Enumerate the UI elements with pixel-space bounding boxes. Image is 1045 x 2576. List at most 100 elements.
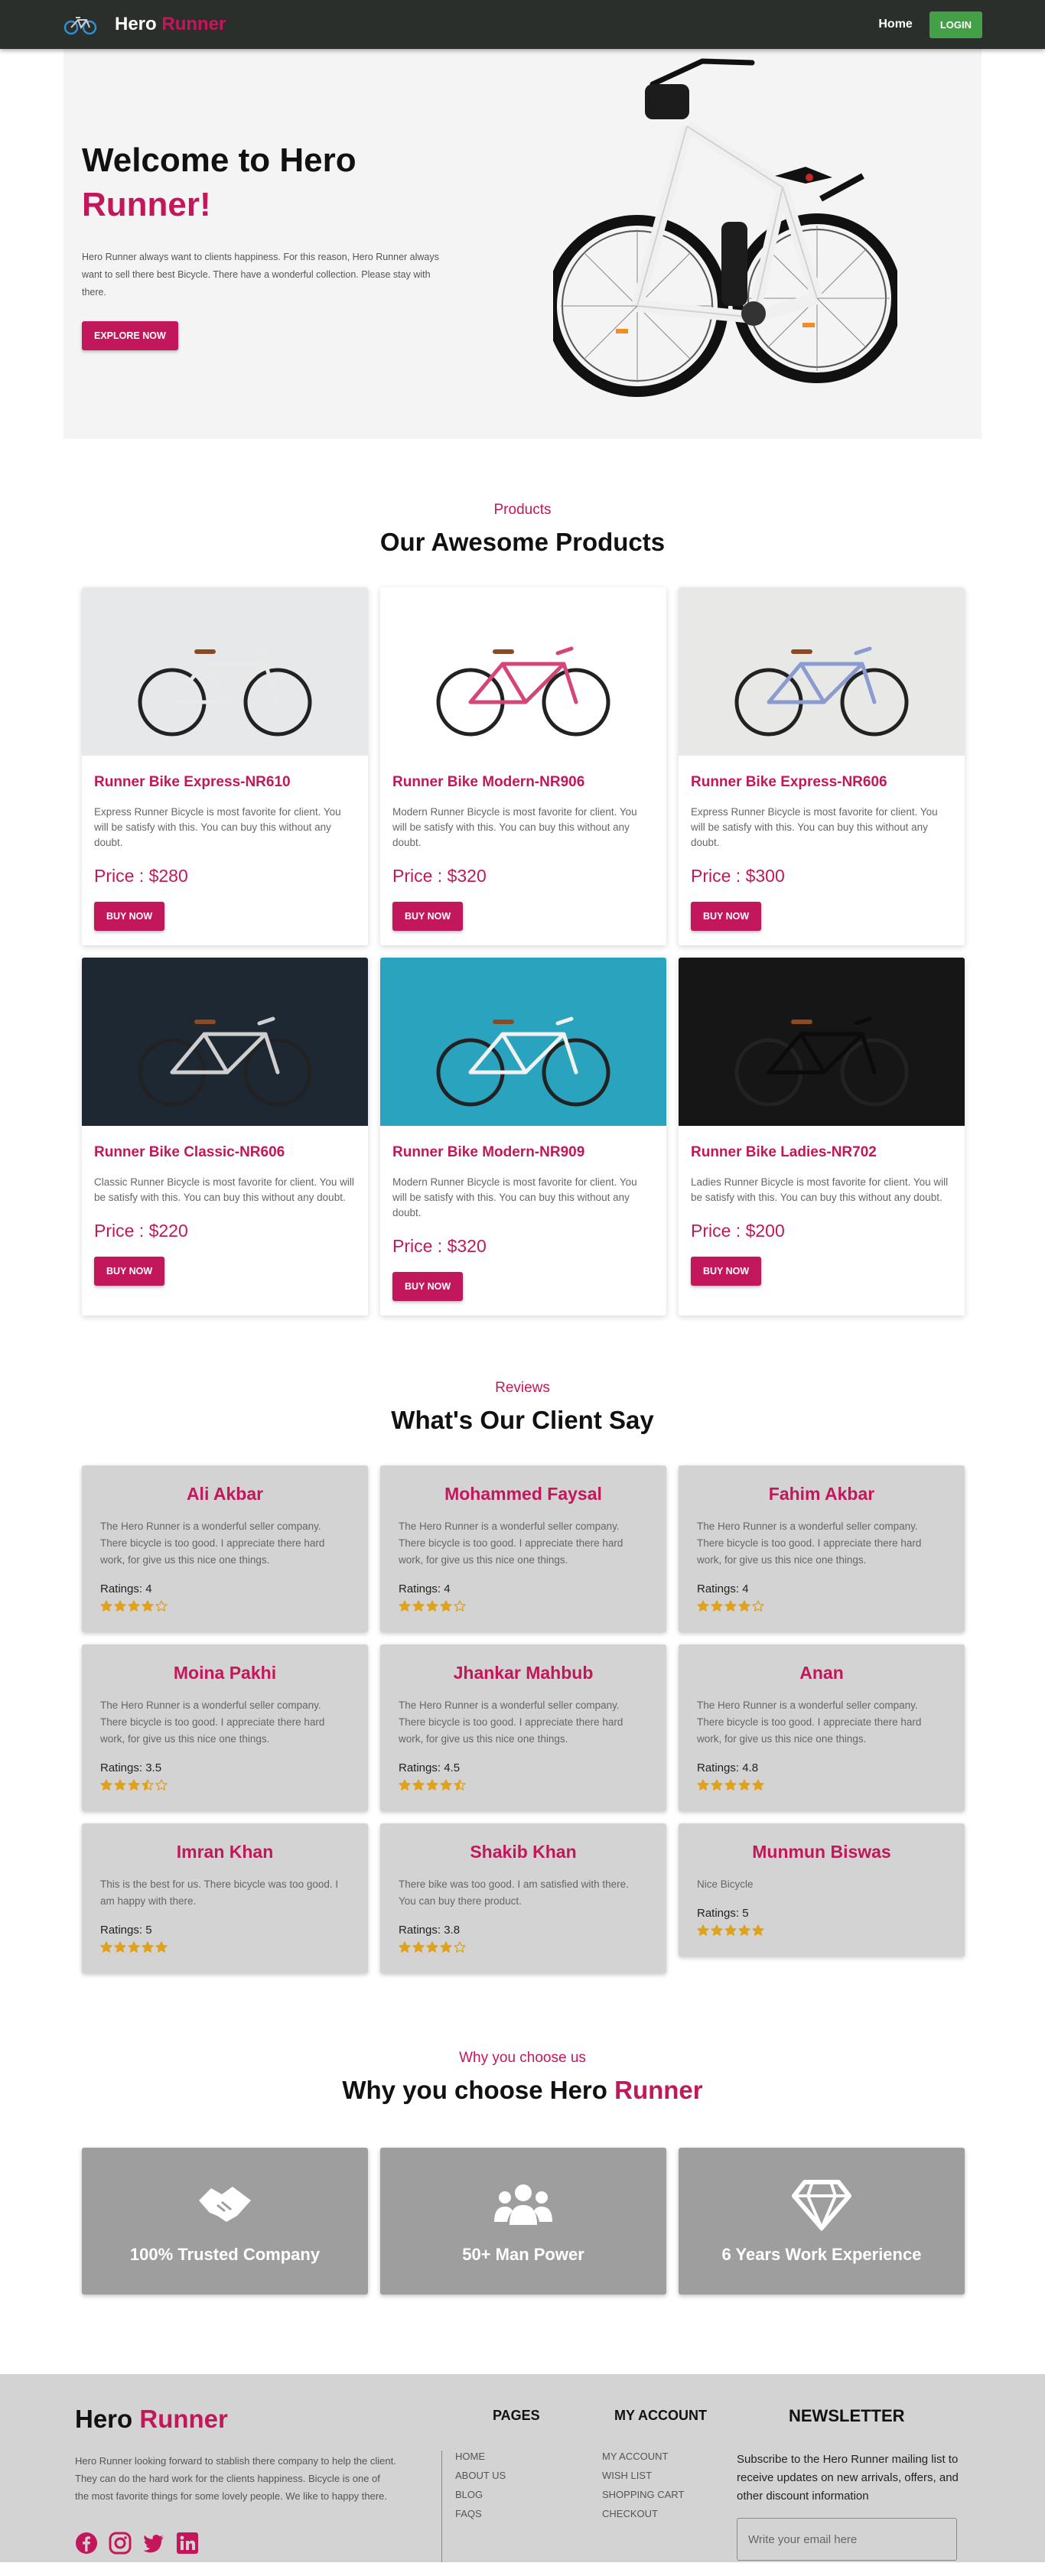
star-filled-icon	[426, 1600, 438, 1612]
social-links	[75, 2532, 199, 2555]
product-card: Runner Bike Ladies-NR702 Ladies Runner Bi…	[679, 958, 965, 1316]
star-filled-icon	[440, 1941, 452, 1953]
product-card: Runner Bike Modern-NR906 Modern Runner Bi…	[380, 587, 666, 945]
buy-now-button[interactable]: BUY NOW	[392, 902, 464, 931]
product-title[interactable]: Runner Bike Express-NR606	[691, 774, 952, 791]
star-empty-icon	[454, 1600, 466, 1612]
footer-divider	[441, 2451, 442, 2562]
products-kicker: Products	[493, 502, 552, 518]
footer-link-faqs[interactable]: FAQS	[455, 2508, 506, 2527]
footer-link-my-account[interactable]: MY ACCOUNT	[602, 2451, 684, 2470]
footer-link-about[interactable]: ABOUT US	[455, 2470, 506, 2489]
footer-link-checkout[interactable]: CHECKOUT	[602, 2508, 684, 2527]
instagram-icon[interactable]	[109, 2532, 132, 2555]
star-filled-icon	[114, 1779, 126, 1791]
newsletter-text: Subscribe to the Hero Runner mailing lis…	[737, 2453, 959, 2503]
buy-now-button[interactable]: BUY NOW	[691, 1257, 762, 1286]
star-filled-icon	[114, 1941, 126, 1953]
reviewer-name: Fahim Akbar	[768, 1484, 875, 1504]
product-price: Price : $280	[94, 866, 188, 886]
review-grid: Ali Akbar The Hero Runner is a wonderful …	[82, 1465, 965, 1973]
footer-pages-list: HOME ABOUT US BLOG FAQS	[455, 2451, 506, 2527]
review-rating-label: Ratings: 4.8	[697, 1761, 759, 1774]
product-image	[380, 587, 666, 756]
why-choose-section: Why you choose us Why you choose Hero Ru…	[0, 2050, 1045, 2295]
review-card: Moina Pakhi The Hero Runner is a wonderfu…	[82, 1644, 368, 1811]
bicycle-image	[138, 1016, 312, 1107]
footer-link-shopping-cart[interactable]: SHOPPING CART	[602, 2489, 684, 2508]
login-button[interactable]: LOGIN	[929, 11, 982, 38]
product-title[interactable]: Runner Bike Ladies-NR702	[691, 1144, 952, 1161]
rating-stars	[697, 1779, 946, 1791]
star-empty-icon	[155, 1600, 168, 1612]
star-filled-icon	[711, 1600, 723, 1612]
star-filled-icon	[412, 1941, 425, 1953]
star-filled-icon	[100, 1779, 112, 1791]
twitter-icon[interactable]	[142, 2532, 165, 2555]
review-rating-label: Ratings: 4	[399, 1582, 451, 1595]
star-filled-icon	[697, 1600, 709, 1612]
product-price: Price : $200	[691, 1221, 785, 1241]
hero-title: Welcome to Hero Runner!	[82, 141, 356, 223]
footer-link-home[interactable]: HOME	[455, 2451, 506, 2470]
review-text: The Hero Runner is a wonderful seller co…	[100, 1699, 325, 1745]
facebook-icon[interactable]	[75, 2532, 98, 2555]
star-filled-icon	[142, 1941, 154, 1953]
footer-about: Hero Runner looking forward to stablish …	[75, 2455, 396, 2502]
review-text: Nice Bicycle	[697, 1878, 754, 1890]
newsletter-email-input[interactable]	[737, 2518, 957, 2561]
buy-now-button[interactable]: BUY NOW	[94, 902, 165, 931]
product-title[interactable]: Runner Bike Modern-NR906	[392, 774, 654, 791]
product-image	[82, 587, 368, 756]
top-navbar: Hero Runner Home LOGIN	[0, 0, 1045, 49]
explore-now-button[interactable]: EXPLORE NOW	[82, 320, 178, 350]
star-filled-icon	[128, 1941, 140, 1953]
bicycle-image	[436, 646, 610, 737]
rating-stars	[399, 1779, 648, 1791]
review-rating-label: Ratings: 4	[100, 1582, 152, 1595]
newsletter-title: NEWSLETTER	[789, 2406, 905, 2425]
review-rating-label: Ratings: 3.5	[100, 1761, 162, 1774]
product-image	[679, 958, 965, 1126]
buy-now-button[interactable]: BUY NOW	[392, 1272, 464, 1301]
product-title[interactable]: Runner Bike Modern-NR909	[392, 1144, 654, 1161]
why-kicker: Why you choose us	[459, 2050, 586, 2066]
star-filled-icon	[426, 1941, 438, 1953]
reviewer-name: Imran Khan	[176, 1842, 274, 1862]
star-filled-icon	[114, 1600, 126, 1612]
reviews-kicker: Reviews	[495, 1380, 550, 1396]
rating-stars	[100, 1941, 350, 1953]
star-filled-icon	[399, 1600, 411, 1612]
bicycle-image	[734, 1016, 909, 1107]
reviewer-name: Munmun Biswas	[752, 1842, 891, 1862]
star-filled-icon	[399, 1941, 411, 1953]
buy-now-button[interactable]: BUY NOW	[691, 902, 762, 931]
review-rating-label: Ratings: 5	[100, 1924, 152, 1937]
rating-stars	[697, 1600, 946, 1612]
footer-link-wish-list[interactable]: WISH LIST	[602, 2470, 684, 2489]
rating-stars	[100, 1600, 350, 1612]
star-half-icon	[142, 1779, 154, 1791]
footer-link-blog[interactable]: BLOG	[455, 2489, 506, 2508]
star-filled-icon	[412, 1600, 425, 1612]
product-title[interactable]: Runner Bike Classic-NR606	[94, 1144, 356, 1161]
why-label-trusted: 100% Trusted Company	[129, 2245, 321, 2264]
product-title[interactable]: Runner Bike Express-NR610	[94, 774, 356, 791]
diamond-icon	[792, 2180, 851, 2231]
buy-now-button[interactable]: BUY NOW	[94, 1257, 165, 1286]
why-title: Why you choose Hero Runner	[342, 2076, 703, 2104]
brand[interactable]: Hero Runner	[63, 14, 226, 35]
linkedin-icon[interactable]	[176, 2532, 199, 2555]
rating-stars	[100, 1779, 350, 1791]
nav-link-home[interactable]: Home	[878, 18, 912, 31]
star-empty-icon	[155, 1779, 168, 1791]
rating-stars	[399, 1600, 648, 1612]
review-card: Munmun Biswas Nice Bicycle Ratings: 5	[679, 1823, 965, 1956]
star-filled-icon	[711, 1924, 723, 1936]
review-card: Shakib Khan There bike was too good. I am…	[380, 1823, 666, 1973]
products-section: Products Our Awesome Products Runner Bik…	[0, 502, 1045, 1316]
product-card: Runner Bike Express-NR610 Express Runner …	[82, 587, 368, 945]
review-text: The Hero Runner is a wonderful seller co…	[100, 1521, 325, 1566]
product-description: Modern Runner Bicycle is most favorite f…	[392, 806, 637, 848]
star-filled-icon	[738, 1924, 750, 1936]
